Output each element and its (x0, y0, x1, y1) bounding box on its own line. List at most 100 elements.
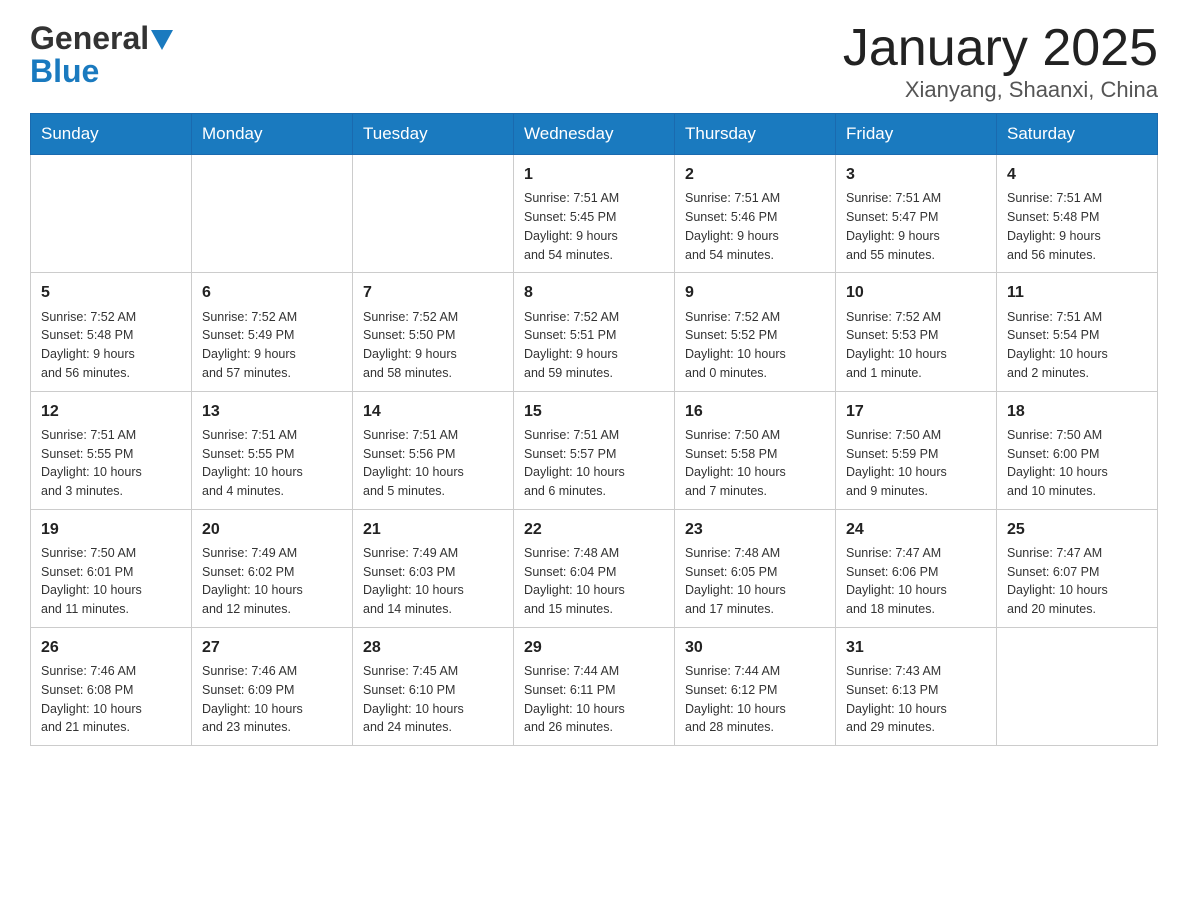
day-number: 16 (685, 400, 825, 423)
day-info: Sunrise: 7:47 AM Sunset: 6:07 PM Dayligh… (1007, 544, 1147, 619)
day-number: 28 (363, 636, 503, 659)
calendar-day-cell: 17 Sunrise: 7:50 AM Sunset: 5:59 PM Dayli… (836, 391, 997, 509)
calendar-day-cell: 22 Sunrise: 7:48 AM Sunset: 6:04 PM Dayli… (514, 509, 675, 627)
calendar-week-row: 1 Sunrise: 7:51 AM Sunset: 5:45 PM Daylig… (31, 155, 1158, 273)
day-info: Sunrise: 7:45 AM Sunset: 6:10 PM Dayligh… (363, 662, 503, 737)
day-number: 10 (846, 281, 986, 304)
day-info: Sunrise: 7:51 AM Sunset: 5:56 PM Dayligh… (363, 426, 503, 501)
day-info: Sunrise: 7:46 AM Sunset: 6:08 PM Dayligh… (41, 662, 181, 737)
day-info: Sunrise: 7:51 AM Sunset: 5:45 PM Dayligh… (524, 189, 664, 264)
day-info: Sunrise: 7:50 AM Sunset: 6:01 PM Dayligh… (41, 544, 181, 619)
calendar-day-cell: 6Sunrise: 7:52 AM Sunset: 5:49 PM Daylig… (192, 273, 353, 391)
day-info: Sunrise: 7:48 AM Sunset: 6:04 PM Dayligh… (524, 544, 664, 619)
day-number: 18 (1007, 400, 1147, 423)
day-info: Sunrise: 7:51 AM Sunset: 5:48 PM Dayligh… (1007, 189, 1147, 264)
day-info: Sunrise: 7:52 AM Sunset: 5:53 PM Dayligh… (846, 308, 986, 383)
day-info: Sunrise: 7:51 AM Sunset: 5:55 PM Dayligh… (41, 426, 181, 501)
day-number: 27 (202, 636, 342, 659)
day-number: 17 (846, 400, 986, 423)
day-info: Sunrise: 7:51 AM Sunset: 5:47 PM Dayligh… (846, 189, 986, 264)
calendar-title-block: January 2025 Xianyang, Shaanxi, China (843, 20, 1158, 103)
day-of-week-header: Monday (192, 114, 353, 155)
day-info: Sunrise: 7:50 AM Sunset: 5:59 PM Dayligh… (846, 426, 986, 501)
day-info: Sunrise: 7:52 AM Sunset: 5:49 PM Dayligh… (202, 308, 342, 383)
day-info: Sunrise: 7:44 AM Sunset: 6:12 PM Dayligh… (685, 662, 825, 737)
calendar-day-cell: 8 Sunrise: 7:52 AM Sunset: 5:51 PM Daylig… (514, 273, 675, 391)
calendar-title: January 2025 (843, 20, 1158, 77)
calendar-day-cell: 25 Sunrise: 7:47 AM Sunset: 6:07 PM Dayli… (997, 509, 1158, 627)
day-info: Sunrise: 7:51 AM Sunset: 5:54 PM Dayligh… (1007, 308, 1147, 383)
day-info: Sunrise: 7:49 AM Sunset: 6:03 PM Dayligh… (363, 544, 503, 619)
calendar-day-cell: 16 Sunrise: 7:50 AM Sunset: 5:58 PM Dayli… (675, 391, 836, 509)
day-number: 19 (41, 518, 181, 541)
calendar-day-cell: 30 Sunrise: 7:44 AM Sunset: 6:12 PM Dayli… (675, 627, 836, 745)
calendar-day-cell: 28 Sunrise: 7:45 AM Sunset: 6:10 PM Dayli… (353, 627, 514, 745)
logo-general: General (30, 20, 149, 57)
calendar-day-cell: 31 Sunrise: 7:43 AM Sunset: 6:13 PM Dayli… (836, 627, 997, 745)
calendar-week-row: 12Sunrise: 7:51 AM Sunset: 5:55 PM Dayli… (31, 391, 1158, 509)
day-number: 25 (1007, 518, 1147, 541)
day-of-week-header: Saturday (997, 114, 1158, 155)
day-info: Sunrise: 7:49 AM Sunset: 6:02 PM Dayligh… (202, 544, 342, 619)
page-header: General Blue January 2025 Xianyang, Shaa… (30, 20, 1158, 103)
day-info: Sunrise: 7:50 AM Sunset: 5:58 PM Dayligh… (685, 426, 825, 501)
calendar-day-cell: 19 Sunrise: 7:50 AM Sunset: 6:01 PM Dayli… (31, 509, 192, 627)
calendar-day-cell: 9 Sunrise: 7:52 AM Sunset: 5:52 PM Daylig… (675, 273, 836, 391)
calendar-day-cell (31, 155, 192, 273)
logo-blue: Blue (30, 53, 99, 90)
day-info: Sunrise: 7:51 AM Sunset: 5:57 PM Dayligh… (524, 426, 664, 501)
day-number: 8 (524, 281, 664, 304)
day-number: 31 (846, 636, 986, 659)
day-number: 26 (41, 636, 181, 659)
day-number: 5 (41, 281, 181, 304)
day-info: Sunrise: 7:51 AM Sunset: 5:46 PM Dayligh… (685, 189, 825, 264)
calendar-day-cell: 7 Sunrise: 7:52 AM Sunset: 5:50 PM Daylig… (353, 273, 514, 391)
calendar-day-cell: 26 Sunrise: 7:46 AM Sunset: 6:08 PM Dayli… (31, 627, 192, 745)
calendar-day-cell: 27 Sunrise: 7:46 AM Sunset: 6:09 PM Dayli… (192, 627, 353, 745)
calendar-day-cell: 23 Sunrise: 7:48 AM Sunset: 6:05 PM Dayli… (675, 509, 836, 627)
day-info: Sunrise: 7:46 AM Sunset: 6:09 PM Dayligh… (202, 662, 342, 737)
day-info: Sunrise: 7:52 AM Sunset: 5:52 PM Dayligh… (685, 308, 825, 383)
calendar-day-cell: 1 Sunrise: 7:51 AM Sunset: 5:45 PM Daylig… (514, 155, 675, 273)
logo: General Blue (30, 20, 173, 90)
day-info: Sunrise: 7:48 AM Sunset: 6:05 PM Dayligh… (685, 544, 825, 619)
day-number: 13 (202, 400, 342, 423)
calendar-day-cell: 5 Sunrise: 7:52 AM Sunset: 5:48 PM Daylig… (31, 273, 192, 391)
day-of-week-header: Tuesday (353, 114, 514, 155)
calendar-day-cell: 4Sunrise: 7:51 AM Sunset: 5:48 PM Daylig… (997, 155, 1158, 273)
calendar-day-cell: 10 Sunrise: 7:52 AM Sunset: 5:53 PM Dayli… (836, 273, 997, 391)
day-info: Sunrise: 7:52 AM Sunset: 5:51 PM Dayligh… (524, 308, 664, 383)
day-info: Sunrise: 7:52 AM Sunset: 5:50 PM Dayligh… (363, 308, 503, 383)
logo-arrow-icon (151, 30, 173, 50)
calendar-day-cell: 3Sunrise: 7:51 AM Sunset: 5:47 PM Daylig… (836, 155, 997, 273)
calendar-day-cell: 24 Sunrise: 7:47 AM Sunset: 6:06 PM Dayli… (836, 509, 997, 627)
day-info: Sunrise: 7:52 AM Sunset: 5:48 PM Dayligh… (41, 308, 181, 383)
calendar-day-cell (192, 155, 353, 273)
day-number: 30 (685, 636, 825, 659)
calendar-day-cell (997, 627, 1158, 745)
day-info: Sunrise: 7:43 AM Sunset: 6:13 PM Dayligh… (846, 662, 986, 737)
calendar-week-row: 5 Sunrise: 7:52 AM Sunset: 5:48 PM Daylig… (31, 273, 1158, 391)
calendar-day-cell: 20 Sunrise: 7:49 AM Sunset: 6:02 PM Dayli… (192, 509, 353, 627)
day-number: 24 (846, 518, 986, 541)
day-number: 22 (524, 518, 664, 541)
calendar-day-cell: 12Sunrise: 7:51 AM Sunset: 5:55 PM Dayli… (31, 391, 192, 509)
day-of-week-header: Thursday (675, 114, 836, 155)
calendar-day-cell: 13Sunrise: 7:51 AM Sunset: 5:55 PM Dayli… (192, 391, 353, 509)
day-number: 1 (524, 163, 664, 186)
day-number: 7 (363, 281, 503, 304)
day-number: 2 (685, 163, 825, 186)
day-info: Sunrise: 7:44 AM Sunset: 6:11 PM Dayligh… (524, 662, 664, 737)
day-number: 9 (685, 281, 825, 304)
calendar-day-cell: 29Sunrise: 7:44 AM Sunset: 6:11 PM Dayli… (514, 627, 675, 745)
calendar-day-cell (353, 155, 514, 273)
calendar-header: SundayMondayTuesdayWednesdayThursdayFrid… (31, 114, 1158, 155)
day-number: 20 (202, 518, 342, 541)
calendar-day-cell: 18Sunrise: 7:50 AM Sunset: 6:00 PM Dayli… (997, 391, 1158, 509)
day-number: 15 (524, 400, 664, 423)
day-number: 11 (1007, 281, 1147, 304)
day-info: Sunrise: 7:47 AM Sunset: 6:06 PM Dayligh… (846, 544, 986, 619)
calendar-day-cell: 15 Sunrise: 7:51 AM Sunset: 5:57 PM Dayli… (514, 391, 675, 509)
day-number: 23 (685, 518, 825, 541)
days-of-week-row: SundayMondayTuesdayWednesdayThursdayFrid… (31, 114, 1158, 155)
